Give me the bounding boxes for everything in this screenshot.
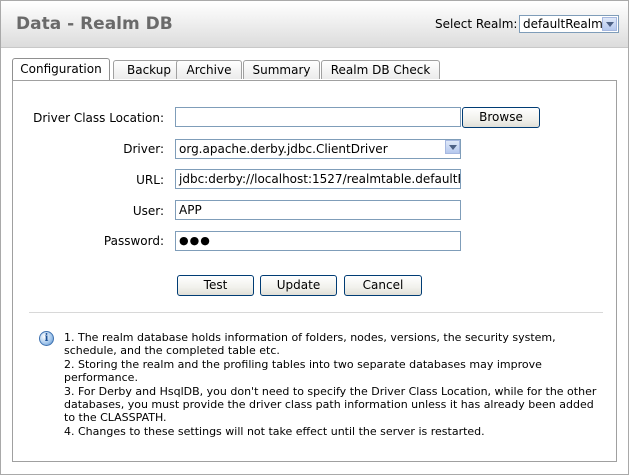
realm-select-value: defaultRealm <box>523 17 603 31</box>
tab-backup[interactable]: Backup <box>113 60 185 79</box>
tab-summary[interactable]: Summary <box>243 60 320 79</box>
user-input[interactable]: APP <box>175 200 461 220</box>
info-note: 4. Changes to these settings will not ta… <box>64 424 485 438</box>
info-note: 2. Storing the realm and the profiling t… <box>64 357 542 385</box>
tab-archive[interactable]: Archive <box>176 60 242 79</box>
window-frame: Data - Realm DB Select Realm: defaultRea… <box>0 0 629 475</box>
url-input[interactable]: jdbc:derby://localhost:1527/realmtable.d… <box>175 169 461 189</box>
password-label: Password: <box>103 234 164 248</box>
driver-select-value: org.apache.derby.jdbc.ClientDriver <box>179 142 388 156</box>
select-realm-label: Select Realm: <box>435 17 518 31</box>
url-label: URL: <box>136 173 164 187</box>
chevron-down-icon[interactable] <box>445 140 460 154</box>
divider <box>29 312 603 313</box>
user-label: User: <box>132 204 164 218</box>
chevron-down-icon[interactable] <box>602 17 617 31</box>
driver-select[interactable]: org.apache.derby.jdbc.ClientDriver <box>175 139 461 159</box>
tab-configuration[interactable]: Configuration <box>12 58 110 80</box>
driver-class-location-input[interactable] <box>175 107 461 127</box>
page-title: Data - Realm DB <box>16 14 173 34</box>
update-button[interactable]: Update <box>260 275 337 296</box>
info-note: 3. For Derby and HsqlDB, you don't need … <box>64 384 597 425</box>
driver-label: Driver: <box>123 142 164 156</box>
browse-button[interactable]: Browse <box>462 107 540 128</box>
password-input[interactable]: ●●● <box>175 231 461 251</box>
tab-realm-db-check[interactable]: Realm DB Check <box>321 60 440 79</box>
info-notes: 1. The realm database holds information … <box>64 331 599 438</box>
cancel-button[interactable]: Cancel <box>344 275 422 296</box>
info-icon: i <box>39 331 54 346</box>
realm-select[interactable]: defaultRealm <box>519 15 619 33</box>
page-header: Data - Realm DB Select Realm: defaultRea… <box>1 1 628 48</box>
test-button[interactable]: Test <box>177 275 254 296</box>
driver-class-location-label: Driver Class Location: <box>33 111 164 125</box>
info-note: 1. The realm database holds information … <box>64 331 556 358</box>
